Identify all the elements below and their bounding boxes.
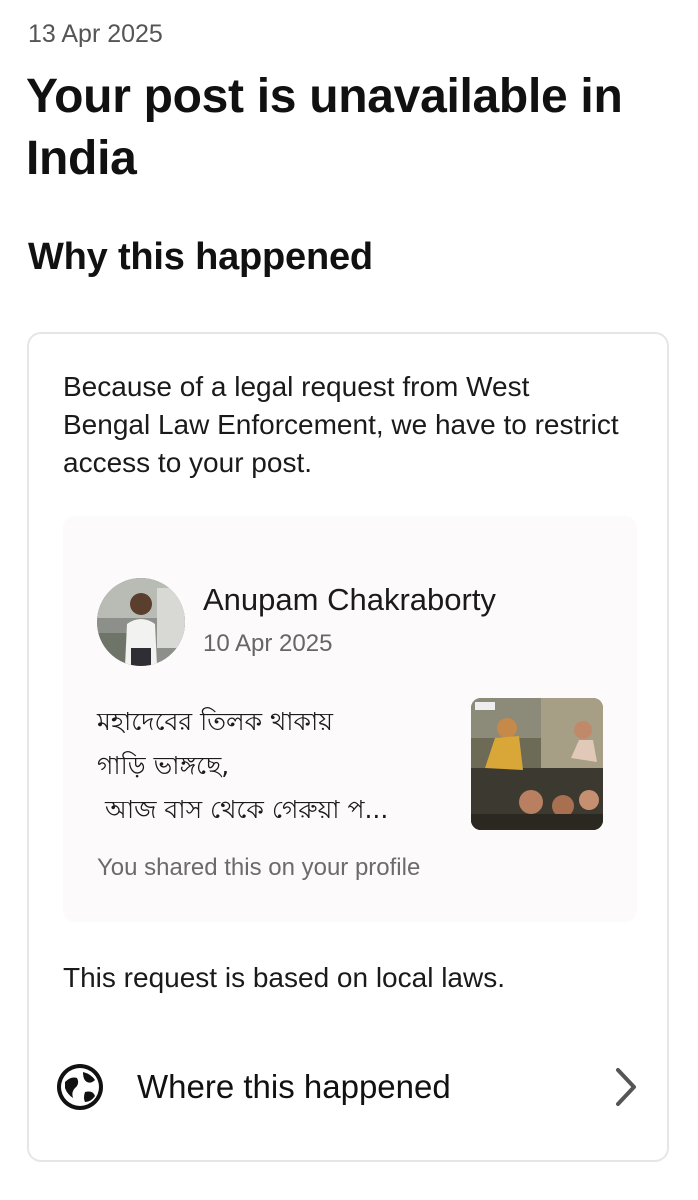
notice-date: 13 Apr 2025 [28,20,163,48]
post-text-line: আজ বাস থেকে গেরুয়া প... [97,795,389,824]
post-preview[interactable]: Anupam Chakraborty 10 Apr 2025 মহাদেবের … [63,516,637,922]
avatar [97,578,185,666]
globe-icon [57,1064,103,1110]
post-text: মহাদেবের তিলক থাকায় গাড়ি ভাঙ্গছে, আজ ব… [97,700,457,832]
where-this-happened-label: Where this happened [137,1068,451,1105]
where-this-happened-link[interactable]: Where this happened [55,1052,645,1122]
post-thumbnail [471,698,603,830]
explanation-text: Because of a legal request from West Ben… [63,371,619,478]
basis-note: This request is based on local laws. [63,962,505,993]
post-date: 10 Apr 2025 [203,630,333,657]
post-author-name: Anupam Chakraborty [203,582,496,617]
profile-photo-icon [97,578,185,666]
chevron-right-icon [616,1068,636,1106]
reason-card: Because of a legal request from West Ben… [27,332,669,1162]
section-heading: Why this happened [28,236,373,278]
page-title: Your post is unavailable in India [26,70,623,185]
post-image-icon [471,698,603,830]
post-text-line: গাড়ি ভাঙ্গছে, [97,751,230,780]
shared-note: You shared this on your profile [97,854,421,881]
post-text-line: মহাদেবের তিলক থাকায় [97,707,333,736]
